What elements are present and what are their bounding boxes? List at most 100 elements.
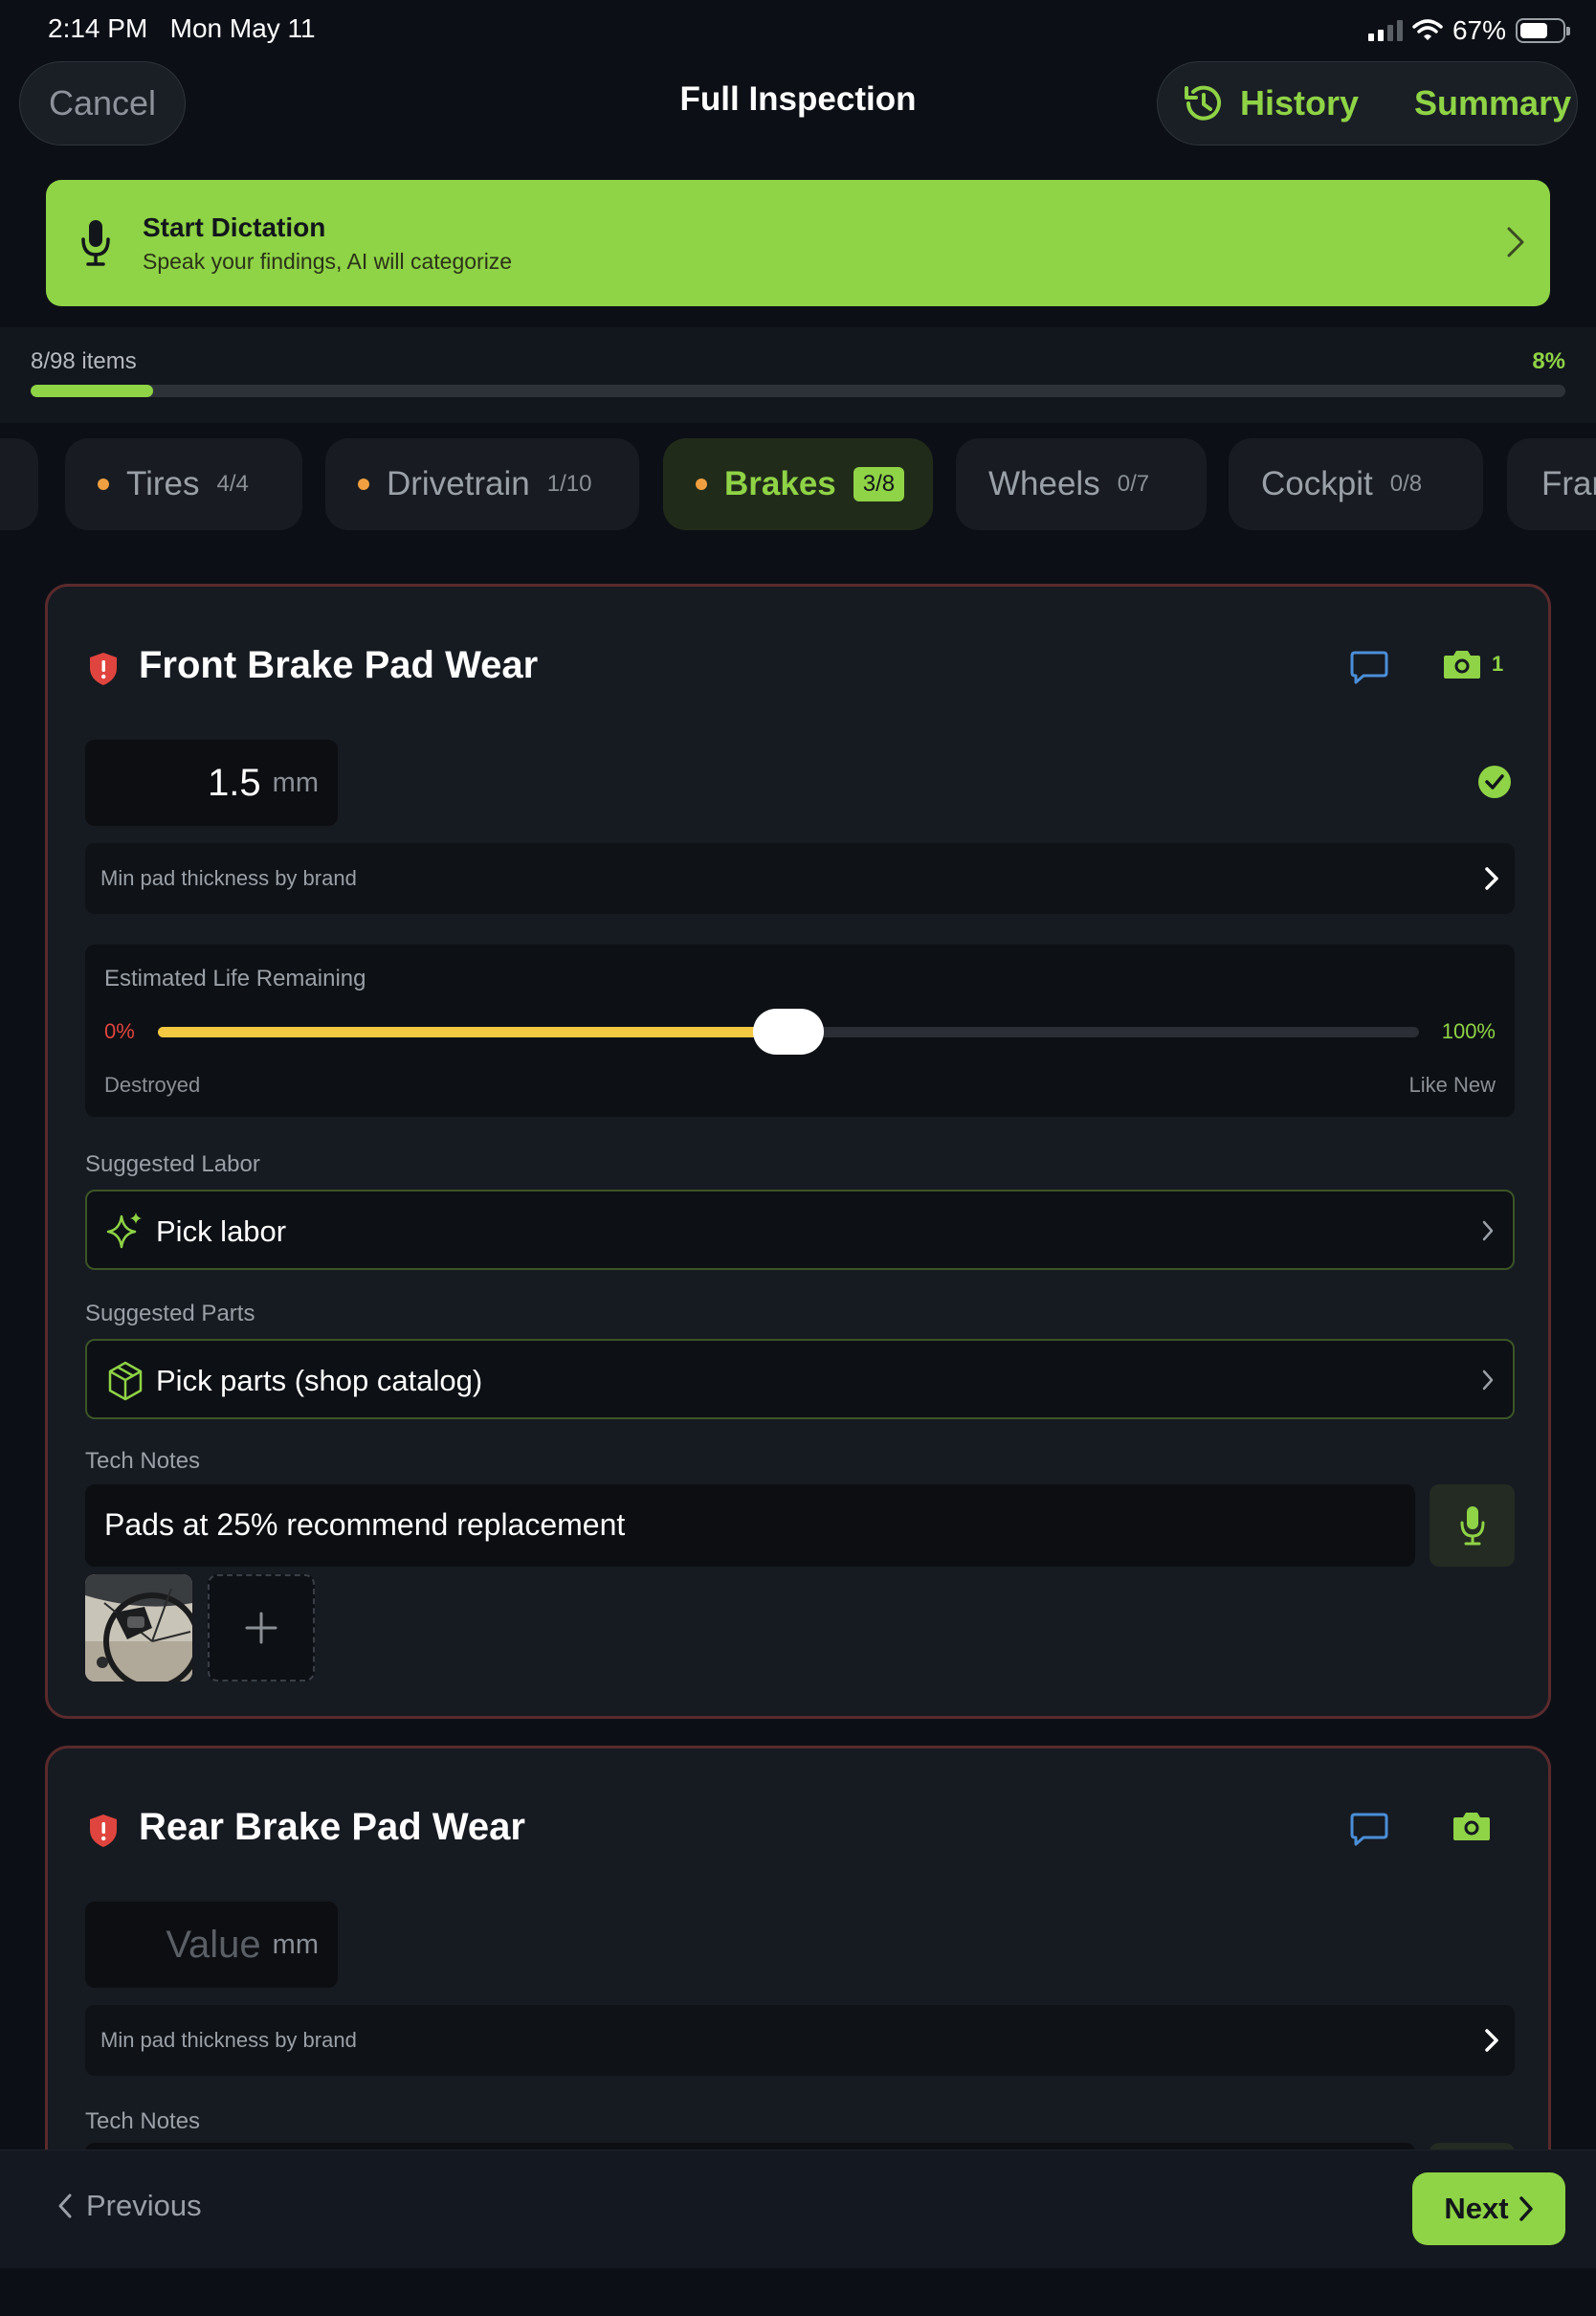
pick-labor-button[interactable]: Pick labor [85, 1190, 1515, 1270]
microphone-icon [1460, 1506, 1484, 1546]
dictation-subtitle: Speak your findings, AI will categorize [143, 249, 513, 274]
tab-cockpit[interactable]: Cockpit 0/8 [1229, 438, 1483, 530]
min-thickness-label: Min pad thickness by brand [100, 2028, 357, 2052]
life-remaining-panel: Estimated Life Remaining 0% 100% Destroy… [85, 945, 1515, 1117]
battery-icon [1516, 18, 1570, 43]
camera-icon[interactable] [1452, 1810, 1492, 1842]
bottom-bar: Previous Next [0, 2149, 1596, 2268]
tab-label: Brakes [724, 465, 836, 502]
pick-parts-button[interactable]: Pick parts (shop catalog) [85, 1339, 1515, 1419]
inspection-card-rear-brake: Rear Brake Pad Wear Value mm Min pad thi… [45, 1746, 1551, 2200]
measurement-unit: mm [272, 1928, 319, 1960]
status-dot [358, 479, 369, 490]
chevron-right-icon [1482, 1220, 1494, 1241]
status-time: 2:14 PM Mon May 11 [48, 13, 316, 43]
tab-brakes[interactable]: Brakes 3/8 [663, 438, 933, 530]
comment-icon[interactable] [1350, 650, 1388, 686]
tech-notes-label: Tech Notes [85, 2108, 201, 2134]
tech-notes-input[interactable]: Pads at 25% recommend replacement [85, 1484, 1415, 1567]
battery-percent: 67% [1452, 15, 1506, 45]
min-thickness-row[interactable]: Min pad thickness by brand [85, 2005, 1515, 2076]
tab-frame-partial[interactable]: Frar [1507, 438, 1596, 530]
tab-prev-partial[interactable] [0, 438, 38, 530]
life-left-caption: Destroyed [104, 1073, 201, 1097]
battery-level [1520, 23, 1548, 38]
progress-fill [31, 385, 154, 397]
tab-count: 0/7 [1117, 471, 1150, 497]
life-slider-track[interactable] [158, 1009, 1419, 1055]
add-photo-button[interactable] [208, 1574, 315, 1681]
photo-count: 1 [1492, 652, 1504, 676]
tab-label: Frar [1541, 465, 1596, 502]
status-bar: 2:14 PM Mon May 11 67% [0, 0, 1596, 61]
photo-button[interactable]: 1 [1442, 648, 1503, 680]
suggested-labor-label: Suggested Labor [85, 1151, 260, 1177]
alert-shield-icon [90, 1815, 117, 1847]
progress-bar [31, 385, 1565, 397]
measurement-unit: mm [272, 767, 319, 798]
sparkle-icon [106, 1213, 142, 1249]
min-thickness-row[interactable]: Min pad thickness by brand [85, 843, 1515, 914]
tab-label: Drivetrain [387, 465, 530, 502]
pick-parts-text: Pick parts (shop catalog) [156, 1364, 483, 1397]
signal-icon [1367, 20, 1403, 41]
status-indicators: 67% [1367, 13, 1570, 48]
previous-button[interactable]: Previous [57, 2189, 202, 2223]
camera-icon [1444, 651, 1480, 679]
measurement-input[interactable]: 1.5 mm [85, 740, 338, 826]
life-slider-thumb[interactable] [753, 1009, 824, 1055]
history-button[interactable]: History [1179, 79, 1359, 127]
chevron-right-icon [1518, 2196, 1533, 2221]
chevron-right-icon [1507, 227, 1524, 257]
microphone-icon [81, 220, 110, 266]
pick-labor-text: Pick labor [156, 1214, 287, 1248]
check-circle-icon [1478, 766, 1511, 798]
nav-actions: History Summary [1157, 61, 1578, 145]
chevron-left-icon [58, 2194, 72, 2218]
history-icon [1185, 85, 1221, 121]
measurement-input[interactable]: Value mm [85, 1902, 338, 1988]
tab-label: Cockpit [1261, 465, 1373, 502]
tech-notes-value: Pads at 25% recommend replacement [104, 1507, 626, 1542]
plus-icon [245, 1612, 277, 1644]
card-title: Rear Brake Pad Wear [139, 1806, 525, 1848]
package-icon [108, 1361, 143, 1401]
life-max-label: 100% [1441, 1019, 1496, 1043]
tab-label: Tires [126, 465, 200, 502]
progress-section: 8/98 items 8% [0, 327, 1596, 423]
card-title: Front Brake Pad Wear [139, 644, 539, 686]
start-dictation-button[interactable]: Start Dictation Speak your findings, AI … [46, 180, 1550, 306]
min-thickness-label: Min pad thickness by brand [100, 866, 357, 890]
measurement-value: 1.5 [208, 761, 261, 804]
tab-count: 1/10 [546, 471, 592, 497]
life-min-label: 0% [104, 1019, 135, 1043]
tech-notes-label: Tech Notes [85, 1448, 201, 1474]
tab-wheels[interactable]: Wheels 0/7 [956, 438, 1207, 530]
tab-tires[interactable]: Tires 4/4 [65, 438, 302, 530]
comment-icon[interactable] [1350, 1812, 1388, 1848]
inspection-card-front-brake: Front Brake Pad Wear 1 1.5 mm Min pad th… [45, 584, 1551, 1719]
tab-drivetrain[interactable]: Drivetrain 1/10 [325, 438, 639, 530]
brake-photo [85, 1574, 192, 1681]
summary-button[interactable]: Summary [1414, 83, 1571, 123]
life-title: Estimated Life Remaining [104, 966, 366, 991]
alert-shield-icon [90, 653, 117, 685]
chevron-right-icon [1485, 2029, 1498, 2052]
tab-count-badge: 3/8 [853, 467, 905, 501]
life-slider-fill [158, 1027, 788, 1037]
previous-label: Previous [86, 2189, 202, 2222]
photo-thumbnail[interactable] [85, 1574, 192, 1681]
life-right-caption: Like New [1408, 1073, 1496, 1097]
progress-percent: 8% [1532, 348, 1565, 374]
notes-dictate-button[interactable] [1430, 1484, 1515, 1567]
suggested-parts-label: Suggested Parts [85, 1301, 255, 1326]
status-dot [98, 479, 109, 490]
chevron-right-icon [1485, 867, 1498, 890]
history-label: History [1240, 83, 1360, 122]
tab-count: 0/8 [1389, 471, 1423, 497]
tab-label: Wheels [988, 465, 1100, 502]
measurement-placeholder: Value [166, 1923, 261, 1966]
next-button[interactable]: Next [1412, 2172, 1565, 2245]
progress-count: 8/98 items [31, 348, 137, 374]
dictation-title: Start Dictation [143, 212, 326, 242]
